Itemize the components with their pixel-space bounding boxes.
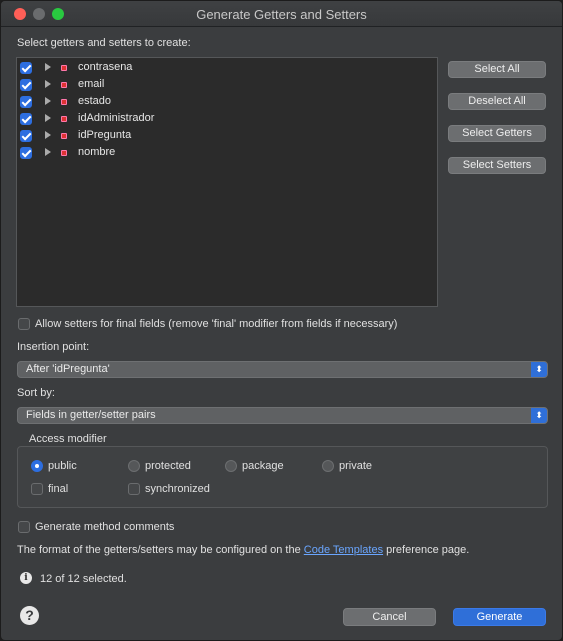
field-name: contrasena xyxy=(78,61,133,73)
select-setters-button[interactable]: Select Setters xyxy=(448,157,546,174)
allow-setters-checkbox[interactable] xyxy=(18,318,30,330)
code-templates-link[interactable]: Code Templates xyxy=(304,544,383,556)
insertion-point-value: After 'idPregunta' xyxy=(26,363,110,375)
field-name: estado xyxy=(78,95,112,107)
radio-private[interactable] xyxy=(322,460,334,472)
sort-by-select[interactable]: Fields in getter/setter pairs ⬍ xyxy=(17,407,548,424)
radio-protected[interactable] xyxy=(128,460,140,472)
select-all-button[interactable]: Select All xyxy=(448,61,546,78)
field-checkbox[interactable] xyxy=(20,62,32,74)
field-checkbox[interactable] xyxy=(20,96,32,108)
insertion-point-select[interactable]: After 'idPregunta' ⬍ xyxy=(17,361,548,378)
generate-getters-setters-dialog: Generate Getters and Setters Select gett… xyxy=(0,0,563,641)
radio-public[interactable] xyxy=(31,460,43,472)
field-name: idAdministrador xyxy=(78,112,155,124)
generate-comments-label: Generate method comments xyxy=(35,521,175,533)
expand-triangle-icon[interactable] xyxy=(45,97,51,105)
synchronized-checkbox[interactable] xyxy=(128,483,140,495)
final-label: final xyxy=(48,483,69,495)
tree-row-estado[interactable]: estado xyxy=(17,94,437,111)
generate-button[interactable]: Generate xyxy=(453,608,546,626)
radio-package[interactable] xyxy=(225,460,237,472)
title-bar: Generate Getters and Setters xyxy=(1,1,562,27)
allow-setters-label: Allow setters for final fields (remove '… xyxy=(35,318,398,330)
private-field-icon xyxy=(61,133,67,139)
sort-by-label: Sort by: xyxy=(17,387,55,399)
deselect-all-button[interactable]: Deselect All xyxy=(448,93,546,110)
field-checkbox[interactable] xyxy=(20,147,32,159)
field-name: email xyxy=(78,78,105,90)
field-checkbox[interactable] xyxy=(20,79,32,91)
field-checkbox[interactable] xyxy=(20,113,32,125)
expand-triangle-icon[interactable] xyxy=(45,148,51,156)
field-checkbox[interactable] xyxy=(20,130,32,142)
expand-triangle-icon[interactable] xyxy=(45,80,51,88)
tree-row-idPregunta[interactable]: idPregunta xyxy=(17,128,437,145)
radio-public-label: public xyxy=(48,460,77,472)
window-title: Generate Getters and Setters xyxy=(196,7,367,22)
generate-comments-checkbox[interactable] xyxy=(18,521,30,533)
dropdown-arrows-icon: ⬍ xyxy=(531,362,547,377)
insertion-point-label: Insertion point: xyxy=(17,341,90,353)
synchronized-label: synchronized xyxy=(145,483,210,495)
info-icon: i xyxy=(20,572,32,584)
format-note-prefix: The format of the getters/setters may be… xyxy=(17,544,301,556)
tree-row-contrasena[interactable]: contrasena xyxy=(17,60,437,77)
radio-protected-label: protected xyxy=(145,460,191,472)
private-field-icon xyxy=(61,150,67,156)
expand-triangle-icon[interactable] xyxy=(45,63,51,71)
private-field-icon xyxy=(61,116,67,122)
dropdown-arrows-icon: ⬍ xyxy=(531,408,547,423)
access-modifier-title: Access modifier xyxy=(29,433,107,445)
field-name: nombre xyxy=(78,146,116,158)
expand-triangle-icon[interactable] xyxy=(45,131,51,139)
format-note: The format of the getters/setters may be… xyxy=(17,544,469,556)
field-name: idPregunta xyxy=(78,129,132,141)
format-note-suffix: preference page. xyxy=(386,544,470,556)
tree-row-idAdministrador[interactable]: idAdministrador xyxy=(17,111,437,128)
private-field-icon xyxy=(61,65,67,71)
access-modifier-group xyxy=(17,446,548,508)
tree-row-nombre[interactable]: nombre xyxy=(17,145,437,162)
radio-private-label: private xyxy=(339,460,373,472)
expand-triangle-icon[interactable] xyxy=(45,114,51,122)
cancel-button[interactable]: Cancel xyxy=(343,608,436,626)
help-icon[interactable]: ? xyxy=(20,606,39,625)
private-field-icon xyxy=(61,99,67,105)
radio-package-label: package xyxy=(242,460,284,472)
final-checkbox[interactable] xyxy=(31,483,43,495)
instruction-label: Select getters and setters to create: xyxy=(17,37,191,49)
tree-row-email[interactable]: email xyxy=(17,77,437,94)
sort-by-value: Fields in getter/setter pairs xyxy=(26,409,156,421)
select-getters-button[interactable]: Select Getters xyxy=(448,125,546,142)
private-field-icon xyxy=(61,82,67,88)
fields-tree[interactable]: contrasena email estado idAdministrador … xyxy=(16,57,438,307)
selection-status: 12 of 12 selected. xyxy=(40,573,127,585)
